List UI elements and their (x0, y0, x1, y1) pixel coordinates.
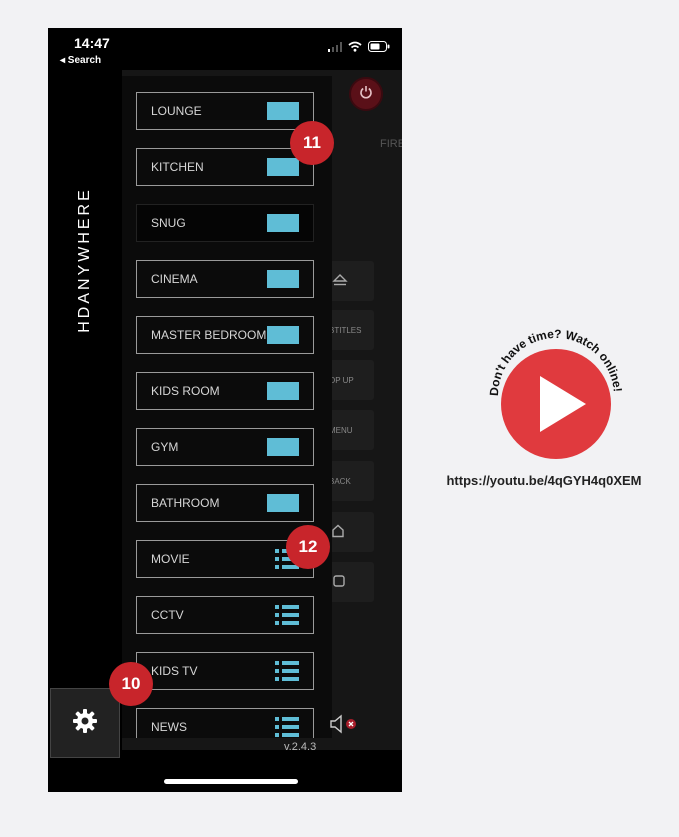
brand-logo-text: HDANYWHERE (76, 187, 93, 333)
room-item-master-bedroom[interactable]: MASTER BEDROOM (136, 316, 314, 354)
room-swatch (267, 326, 299, 344)
room-item-kitchen[interactable]: KITCHEN (136, 148, 314, 186)
room-label: CCTV (151, 608, 184, 622)
room-swatch (267, 494, 299, 512)
room-item-snug[interactable]: SNUG (136, 204, 314, 242)
wifi-icon (348, 39, 362, 57)
status-icons (328, 39, 390, 57)
mute-icon (329, 714, 359, 738)
room-item-cinema[interactable]: CINEMA (136, 260, 314, 298)
back-to-search-link[interactable]: ◂ Search (60, 55, 101, 66)
room-label: CINEMA (151, 272, 198, 286)
eject-icon (332, 273, 348, 289)
popup-button-label: OP UP (329, 375, 354, 385)
status-time: 14:47 (74, 35, 110, 51)
room-label: MOVIE (151, 552, 190, 566)
home-indicator[interactable] (164, 779, 298, 784)
settings-button[interactable] (50, 688, 120, 758)
callout-badge: 11 (290, 121, 334, 165)
room-label: GYM (151, 440, 179, 454)
popup-button[interactable]: OP UP (328, 360, 374, 400)
menu-button[interactable]: MENU (328, 410, 374, 450)
back-button[interactable]: BACK (328, 461, 374, 501)
room-label: MASTER BEDROOM (151, 328, 267, 342)
room-list: LOUNGE KITCHEN SNUG CINEMA MASTER BEDROO… (122, 76, 332, 738)
room-swatch (267, 214, 299, 232)
youtube-promo[interactable]: Don't have time? Watch online! (470, 318, 640, 468)
room-item-news[interactable]: NEWS (136, 708, 314, 738)
menu-button-label: MENU (329, 425, 353, 435)
mute-button[interactable] (329, 714, 359, 739)
room-label: KIDS ROOM (151, 384, 220, 398)
room-swatch (267, 102, 299, 120)
callout-badge: 10 (109, 662, 153, 706)
room-label: BATHROOM (151, 496, 220, 510)
list-icon (275, 661, 299, 681)
room-label: NEWS (151, 720, 187, 734)
brand-column: HDANYWHERE (48, 70, 122, 690)
room-item-bathroom[interactable]: BATHROOM (136, 484, 314, 522)
room-swatch (267, 382, 299, 400)
eject-button[interactable] (328, 261, 374, 301)
list-icon (275, 605, 299, 625)
phone-screen: 14:47 ◂ Search FIRE BTITLES OP UP MENU B… (48, 28, 402, 792)
room-label: LOUNGE (151, 104, 202, 118)
room-swatch (267, 270, 299, 288)
home-button[interactable] (328, 512, 374, 552)
room-item-kids-tv[interactable]: KIDS TV (136, 652, 314, 690)
home-icon (331, 524, 345, 540)
stop-button[interactable] (328, 562, 374, 602)
room-item-cctv[interactable]: CCTV (136, 596, 314, 634)
back-button-label: BACK (329, 476, 351, 486)
signal-icon (328, 39, 342, 57)
stop-icon (333, 575, 345, 589)
room-item-kids-room[interactable]: KIDS ROOM (136, 372, 314, 410)
room-swatch (267, 158, 299, 176)
room-label: SNUG (151, 216, 186, 230)
gear-icon (72, 708, 98, 739)
room-item-lounge[interactable]: LOUNGE (136, 92, 314, 130)
source-label-fire: FIRE (380, 138, 402, 150)
power-button[interactable] (349, 77, 383, 111)
callout-badge: 12 (286, 525, 330, 569)
power-icon (359, 85, 373, 104)
subtitles-button-label: BTITLES (329, 325, 362, 335)
room-swatch (267, 438, 299, 456)
room-item-gym[interactable]: GYM (136, 428, 314, 466)
youtube-url-link[interactable]: https://youtu.be/4qGYH4q0XEM (426, 473, 662, 488)
list-icon (275, 717, 299, 737)
battery-icon (368, 39, 390, 57)
room-label: KIDS TV (151, 664, 198, 678)
app-version: v.2.4.3 (284, 741, 317, 753)
subtitles-button[interactable]: BTITLES (328, 310, 374, 350)
room-label: KITCHEN (151, 160, 204, 174)
